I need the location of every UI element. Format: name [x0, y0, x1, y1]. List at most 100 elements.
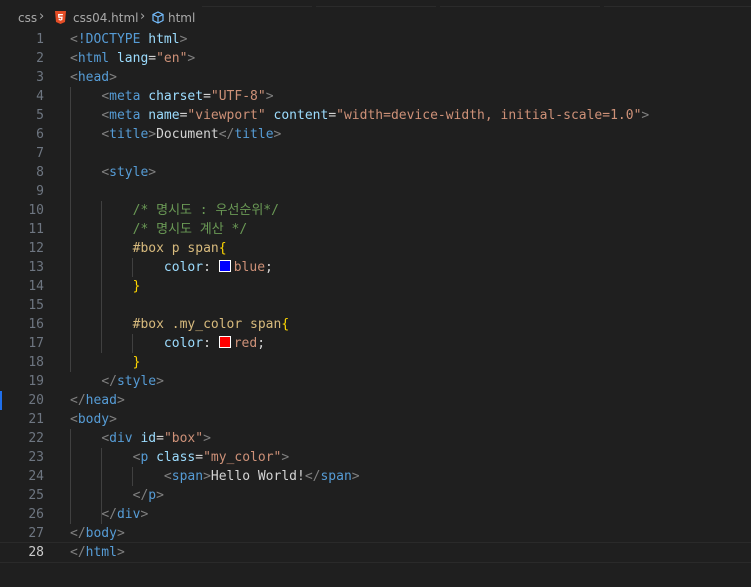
token-sel: #box p span: [132, 241, 219, 256]
line-number: 26: [28, 507, 44, 522]
token-tag: body: [77, 412, 110, 427]
token-punc: >: [203, 431, 211, 446]
code-text: </p>: [70, 486, 164, 505]
code-text: color: red;: [70, 334, 265, 353]
line-number: 28: [28, 545, 44, 560]
code-line[interactable]: 10 /* 명시도 : 우선순위*/: [0, 201, 751, 220]
code-text: <title>Document</title>: [70, 125, 281, 144]
token-str: "my_color": [203, 450, 282, 465]
token-val: blue: [233, 260, 266, 275]
breadcrumb-folder[interactable]: css: [18, 11, 37, 25]
token-attr: id: [140, 431, 157, 446]
breadcrumb-file[interactable]: css04.html: [73, 11, 139, 25]
token-tag: div: [109, 431, 133, 446]
token-punc: >: [116, 526, 125, 541]
code-line[interactable]: 1 <!DOCTYPE html>: [0, 30, 751, 49]
code-line[interactable]: 19 </style>: [0, 372, 751, 391]
line-number: 12: [28, 241, 44, 256]
code-line[interactable]: 22 <div id="box">: [0, 429, 751, 448]
token-punc: </: [101, 374, 117, 389]
token-punc: <: [163, 469, 172, 484]
line-number: 1: [36, 32, 44, 47]
token-punc: >: [116, 545, 125, 560]
token-brace: }: [132, 355, 141, 370]
code-text: /* 명시도 계산 */: [70, 220, 248, 239]
code-text: }: [70, 277, 141, 296]
line-number: 23: [28, 450, 44, 465]
line-number: 8: [36, 165, 44, 180]
code-line[interactable]: 5 <meta name="viewport" content="width=d…: [0, 106, 751, 125]
code-text: }: [70, 353, 141, 372]
line-number: 14: [28, 279, 44, 294]
code-line[interactable]: 3 <head>: [0, 68, 751, 87]
token-punc: </: [70, 393, 86, 408]
token-punc: <: [70, 70, 78, 85]
code-line[interactable]: 25 </p>: [0, 486, 751, 505]
code-text: color: blue;: [70, 258, 273, 277]
code-line[interactable]: 27 </body>: [0, 524, 751, 543]
code-line[interactable]: 14 }: [0, 277, 751, 296]
line-number: 27: [28, 526, 44, 541]
code-line[interactable]: 17 color: red;: [0, 334, 751, 353]
code-text: #box .my_color span{: [70, 315, 290, 334]
code-line[interactable]: 15: [0, 296, 751, 315]
code-line[interactable]: 26 </div>: [0, 505, 751, 524]
token-brace: }: [132, 279, 141, 294]
token-punc: >: [281, 450, 290, 465]
code-line[interactable]: 16 #box .my_color span{: [0, 315, 751, 334]
code-line[interactable]: 21 <body>: [0, 410, 751, 429]
code-text: <style>: [70, 163, 156, 182]
breadcrumb-symbol[interactable]: html: [168, 11, 195, 25]
token-tag: style: [109, 165, 149, 180]
code-text: <meta name="viewport" content="width=dev…: [70, 106, 649, 125]
token-tag: head: [85, 393, 117, 408]
line-number: 13: [28, 260, 44, 275]
token-com: /* 명시도 : 우선순위*/: [132, 203, 279, 218]
line-number: 10: [28, 203, 44, 218]
code-line[interactable]: 8 <style>: [0, 163, 751, 182]
color-swatch-red[interactable]: [218, 336, 231, 348]
code-line[interactable]: 18 }: [0, 353, 751, 372]
code-line[interactable]: 28 </html>: [0, 542, 751, 563]
code-text: <span>Hello World!</span>: [70, 467, 360, 486]
token-punc: >: [140, 507, 149, 522]
code-line[interactable]: 11 /* 명시도 계산 */: [0, 220, 751, 239]
code-line[interactable]: 6 <title>Document</title>: [0, 125, 751, 144]
code-line[interactable]: 24 <span>Hello World!</span>: [0, 467, 751, 486]
token-punc: >: [641, 108, 650, 123]
code-line[interactable]: 7: [0, 144, 751, 163]
token-str: "en": [156, 51, 188, 66]
token-tag: body: [85, 526, 117, 541]
token-str: "viewport": [187, 108, 266, 123]
code-line[interactable]: 4 <meta charset="UTF-8">: [0, 87, 751, 106]
token-punc: </: [132, 488, 149, 503]
color-swatch-blue[interactable]: [218, 260, 231, 272]
code-line[interactable]: 20 </head>: [0, 391, 751, 410]
token-val: red: [233, 336, 258, 351]
code-editor[interactable]: 1 <!DOCTYPE html> 2 <html lang="en"> 3 <head>…: [0, 30, 751, 587]
code-line[interactable]: 13 color: blue;: [0, 258, 751, 277]
code-line[interactable]: 12 #box p span{: [0, 239, 751, 258]
code-line[interactable]: 23 <p class="my_color">: [0, 448, 751, 467]
token-punc: >: [109, 70, 117, 85]
line-number: 7: [36, 146, 44, 161]
line-number: 24: [28, 469, 44, 484]
code-line[interactable]: 2 <html lang="en">: [0, 49, 751, 68]
token-tag: title: [109, 127, 149, 142]
line-number: 18: [28, 355, 44, 370]
token-tag: p: [148, 488, 157, 503]
line-number: 17: [28, 336, 44, 351]
code-line[interactable]: 9: [0, 182, 751, 201]
line-number: 21: [28, 412, 44, 427]
token-punc: </: [304, 469, 321, 484]
